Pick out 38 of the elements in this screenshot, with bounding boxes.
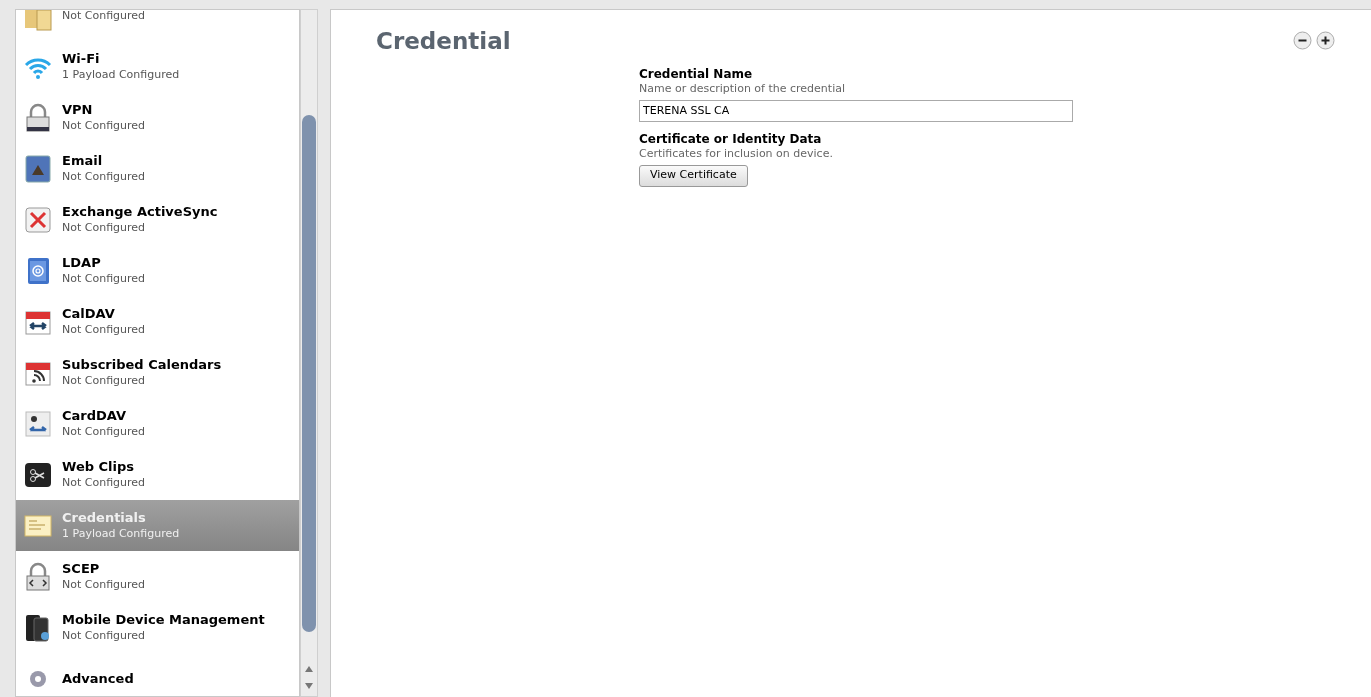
item-name: CardDAV xyxy=(62,407,128,424)
item-status: 1 Payload Configured xyxy=(62,525,180,542)
item-name: Wi-Fi xyxy=(62,50,101,67)
scroll-down-icon[interactable] xyxy=(305,683,313,689)
panel-title: Credential xyxy=(376,27,511,56)
item-status: Not Configured xyxy=(62,627,147,644)
item-status: Not Configured xyxy=(62,576,146,593)
item-status: Not Configured xyxy=(62,10,146,24)
field-label: Certificate or Identity Data xyxy=(639,131,823,147)
item-status: Not Configured xyxy=(62,168,146,185)
item-name: Web Clips xyxy=(62,458,136,475)
scrollbar[interactable] xyxy=(300,9,318,697)
item-status: Not Configured xyxy=(62,270,146,287)
item-status: Not Configured xyxy=(62,423,146,440)
item-name: SCEP xyxy=(62,560,101,577)
item-name: Advanced xyxy=(62,670,134,687)
item-status: Not Configured xyxy=(62,219,147,236)
item-status: Not Configured xyxy=(62,372,147,389)
item-name: CalDAV xyxy=(62,305,116,322)
item-name: LDAP xyxy=(62,254,102,271)
item-status: 1 Payload Configured xyxy=(62,66,180,83)
item-name: Exchange ActiveSync xyxy=(62,203,218,220)
add-icon[interactable] xyxy=(1316,31,1335,50)
view-certificate-button[interactable]: View Certificate xyxy=(639,164,748,187)
item-status: Not Configured xyxy=(62,321,146,338)
item-name: Credentials xyxy=(62,509,147,526)
item-status: Not Configured xyxy=(62,117,146,134)
credential-name-field[interactable]: TERENA SSL CA xyxy=(639,99,1073,122)
item-name: Mobile Device Management xyxy=(62,611,265,628)
item-status: Not Configured xyxy=(62,474,146,491)
field-label: Credential Name xyxy=(639,66,754,82)
item-name: Email xyxy=(62,152,104,169)
item-name: Subscribed Calendars xyxy=(62,356,222,373)
field-hint: Name or description of the credential xyxy=(639,81,846,96)
scrollbar-thumb[interactable] xyxy=(302,115,316,632)
item-name: VPN xyxy=(62,101,94,118)
scroll-up-icon[interactable] xyxy=(305,666,313,672)
field-hint: Certificates for inclusion on device. xyxy=(639,146,834,161)
